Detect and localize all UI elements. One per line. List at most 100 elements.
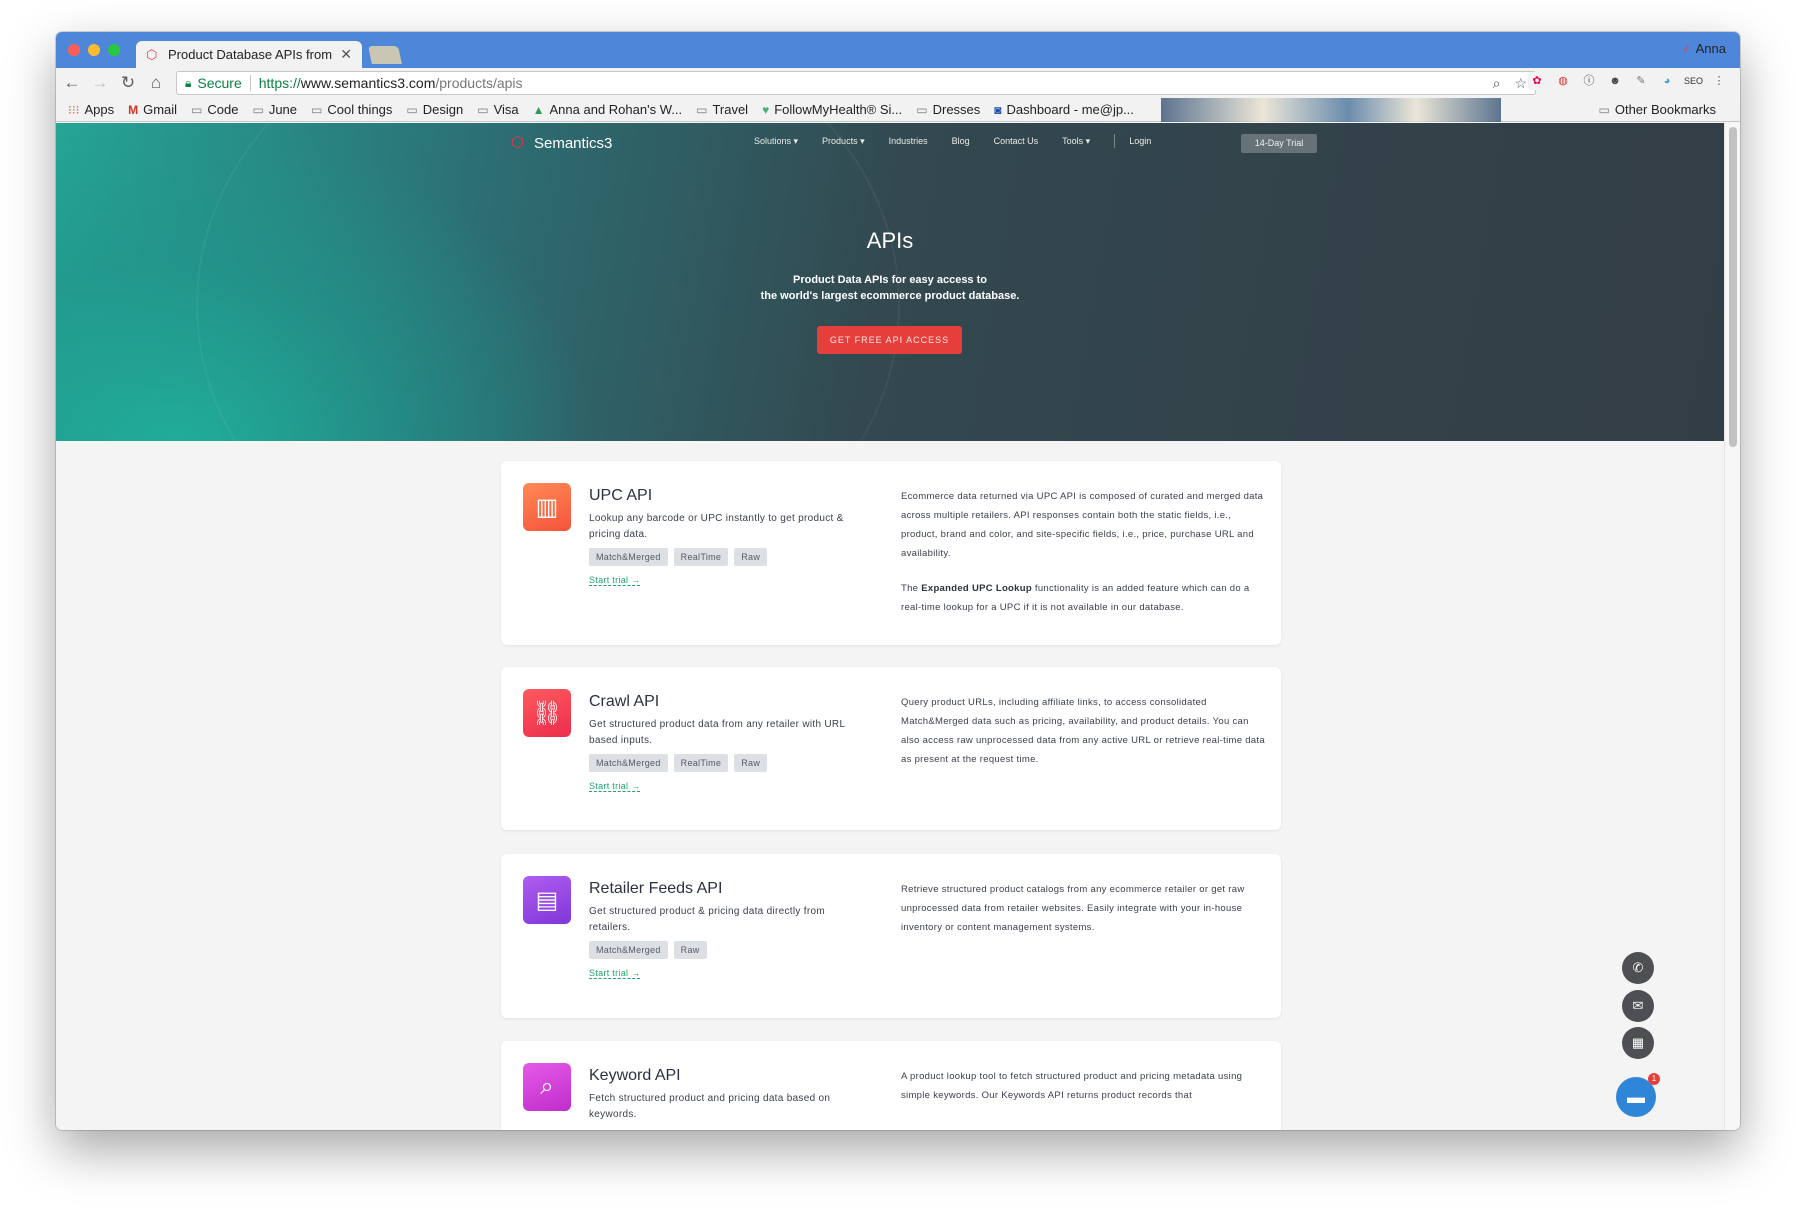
api-card-retailer-feeds: ▤ Retailer Feeds API Get structured prod…: [501, 854, 1281, 1018]
nav-blog[interactable]: Blog: [952, 136, 970, 148]
nav-industries[interactable]: Industries: [889, 136, 928, 148]
site-navbar: ⬡ Semantics3 Solutions ▾ Products ▾ Indu…: [511, 133, 1317, 153]
api-card-keyword: ⌕ Keyword API Fetch structured product a…: [501, 1041, 1281, 1130]
bird-extension-icon[interactable]: ◕: [1658, 72, 1676, 90]
nav-login[interactable]: Login: [1129, 136, 1151, 148]
bookmark-other[interactable]: ▭ Other Bookmarks: [1599, 102, 1717, 117]
start-trial-link[interactable]: Start trial →: [589, 781, 641, 792]
site-logo[interactable]: ⬡ Semantics3: [511, 135, 612, 152]
nav-solutions[interactable]: Solutions ▾: [754, 136, 798, 148]
nav-divider: [1114, 134, 1116, 148]
new-tab-button[interactable]: [368, 46, 402, 64]
bookmark-cool-things[interactable]: ▭ Cool things: [311, 102, 392, 117]
ghostery-extension-icon[interactable]: ◍: [1554, 72, 1572, 90]
forward-arrow-icon[interactable]: →: [88, 71, 112, 95]
card-details: Retrieve structured product catalogs fro…: [901, 880, 1267, 937]
color-picker-extension-icon[interactable]: ✿: [1528, 72, 1546, 90]
page-viewport: ⬡ Semantics3 Solutions ▾ Products ▾ Indu…: [56, 123, 1724, 1130]
get-api-access-button[interactable]: GET FREE API ACCESS: [817, 326, 962, 354]
minimize-window-button[interactable]: [88, 44, 100, 56]
mail-icon[interactable]: ✉: [1622, 990, 1654, 1022]
card-details: Query product URLs, including affiliate …: [901, 693, 1267, 769]
bookmark-anna-rohan[interactable]: ▲ Anna and Rohan's W...: [533, 102, 682, 117]
card-details: A product lookup tool to fetch structure…: [901, 1067, 1267, 1105]
bookmark-visa[interactable]: ▭ Visa: [477, 102, 518, 117]
hero-section: ⬡ Semantics3 Solutions ▾ Products ▾ Indu…: [56, 123, 1724, 607]
page-scrollbar[interactable]: [1724, 123, 1740, 1130]
brand-name: Semantics3: [534, 134, 613, 152]
chat-badge: 1: [1648, 1073, 1660, 1085]
close-tab-icon[interactable]: ✕: [340, 46, 352, 63]
drive-icon: ▲: [532, 102, 545, 117]
card-description: Get structured product & pricing data di…: [589, 906, 825, 933]
profile-button[interactable]: ♂ Anna: [1682, 41, 1726, 56]
tag: Raw: [734, 548, 768, 566]
nav-contact[interactable]: Contact Us: [994, 136, 1039, 148]
address-bar[interactable]: 🔒︎ Secure https:// www.semantics3.com /p…: [176, 71, 1536, 95]
title-bar: ⬡ Product Database APIs from th ✕ ♂ Anna: [56, 32, 1740, 68]
card-title: UPC API: [589, 487, 653, 504]
bookmark-dresses[interactable]: ▭ Dresses: [916, 102, 980, 117]
url-host: www.semantics3.com: [300, 75, 436, 91]
back-arrow-icon[interactable]: ←: [60, 71, 84, 95]
card-details-text: A product lookup tool to fetch structure…: [901, 1071, 1243, 1101]
start-trial-link[interactable]: Start trial →: [589, 968, 641, 979]
scroll-thumb[interactable]: [1729, 127, 1737, 447]
great-wave-theme-image: [1161, 98, 1501, 122]
menu-kebab-icon[interactable]: ⋮: [1710, 72, 1728, 90]
folder-icon: ▭: [1598, 102, 1610, 117]
folder-icon: ▭: [191, 102, 203, 117]
card-description: Lookup any barcode or UPC instantly to g…: [589, 513, 844, 540]
bookmark-travel[interactable]: ▭ Travel: [696, 102, 748, 117]
hero-subtitle-line2: the world's largest ecommerce product da…: [760, 290, 1020, 302]
nav-tools[interactable]: Tools ▾: [1062, 136, 1090, 148]
bookmark-gmail[interactable]: M Gmail: [128, 102, 177, 117]
home-icon[interactable]: ⌂: [144, 71, 168, 95]
folder-icon: ▭: [477, 102, 489, 117]
maximize-window-button[interactable]: [108, 44, 120, 56]
trial-button[interactable]: 14-Day Trial: [1241, 134, 1317, 153]
tag-list: Match&Merged RealTime Raw: [589, 754, 768, 772]
folder-icon: ▭: [311, 102, 323, 117]
bookmark-apps[interactable]: ⁝⁝⁝ Apps: [68, 102, 114, 117]
api-card-crawl: ⛓ Crawl API Get structured product data …: [501, 667, 1281, 830]
url-protocol: https://: [258, 75, 301, 91]
zoom-icon[interactable]: ⌕: [1493, 75, 1501, 92]
cube-logo-icon: ⬡: [511, 134, 525, 151]
close-window-button[interactable]: [68, 44, 80, 56]
heart-icon: ♥: [762, 102, 770, 117]
bookmark-june[interactable]: ▭ June: [252, 102, 297, 117]
seo-extension-icon[interactable]: SEO: [1684, 72, 1703, 90]
address-divider: [249, 75, 251, 91]
browser-tab[interactable]: ⬡ Product Database APIs from th ✕: [136, 41, 362, 68]
bookmark-dashboard[interactable]: ◙ Dashboard - me@jp...: [994, 102, 1134, 117]
bookmark-star-icon[interactable]: ☆: [1514, 75, 1527, 92]
bookmark-design[interactable]: ▭ Design: [406, 102, 463, 117]
profile-icon: ♂: [1681, 41, 1691, 56]
onepassword-extension-icon[interactable]: ⓘ: [1580, 72, 1598, 90]
card-details-text: The Expanded UPC Lookup functionality is…: [901, 583, 1250, 613]
nav-products[interactable]: Products ▾: [822, 136, 865, 148]
start-trial-link[interactable]: Start trial →: [589, 575, 641, 586]
reload-icon[interactable]: ↻: [116, 71, 140, 95]
card-details-text: Query product URLs, including affiliate …: [901, 697, 1265, 765]
api-card-upc: ▥ UPC API Lookup any barcode or UPC inst…: [501, 461, 1281, 645]
lock-icon: 🔒︎: [185, 75, 192, 90]
hero-subtitle: Product Data APIs for easy access to the…: [56, 272, 1724, 304]
tab-title: Product Database APIs from th: [168, 47, 333, 62]
card-details-text: Retrieve structured product catalogs fro…: [901, 884, 1245, 933]
tag-list: Match&Merged RealTime Raw: [589, 548, 768, 566]
semantics3-favicon-icon: ⬡: [146, 46, 158, 62]
barcode-icon: ▥: [523, 483, 571, 531]
pin-extension-icon[interactable]: ✎: [1632, 72, 1650, 90]
phone-icon[interactable]: ✆: [1622, 952, 1654, 984]
bookmark-code[interactable]: ▭ Code: [191, 102, 238, 117]
browser-toolbar: ← → ↻ ⌂ 🔒︎ Secure https:// www.semantics…: [56, 68, 1740, 98]
gmail-icon: M: [128, 102, 139, 117]
owl-extension-icon[interactable]: ☻: [1606, 72, 1624, 90]
profile-name: Anna: [1695, 41, 1726, 56]
tag: Match&Merged: [589, 754, 668, 772]
bookmark-followmyhealth[interactable]: ♥ FollowMyHealth® Si...: [762, 102, 902, 117]
calendar-icon[interactable]: ▦: [1622, 1027, 1654, 1059]
browser-window: ⬡ Product Database APIs from th ✕ ♂ Anna…: [56, 32, 1740, 1130]
